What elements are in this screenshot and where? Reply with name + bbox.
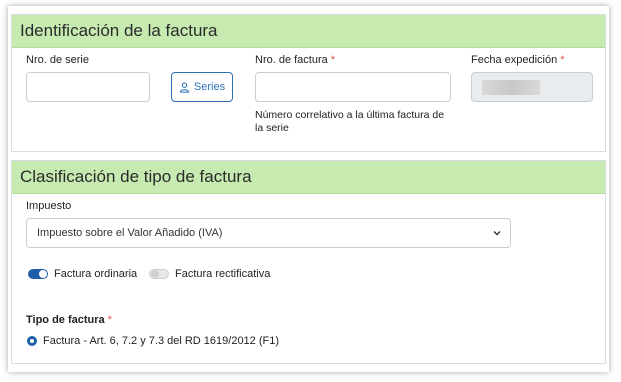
nro-factura-label: Nro. de factura * (255, 54, 335, 66)
required-marker: * (330, 54, 336, 66)
radio-option-text: Art. 6, 7.2 y 7.3 del RD 1619/2012 (F1) (89, 335, 280, 347)
required-marker: * (560, 54, 565, 66)
toggle-rectificativa-label: Factura rectificativa (175, 268, 271, 280)
clasificacion-header: Clasificación de tipo de factura (12, 161, 605, 194)
impuesto-select[interactable]: Impuesto sobre el Valor Añadido (IVA) (26, 218, 511, 248)
toggle-ordinaria-label: Factura ordinaria (54, 268, 138, 280)
tipo-factura-label: Tipo de factura * (26, 314, 112, 326)
clasificacion-panel: Clasificación de tipo de factura Impuest… (11, 160, 606, 364)
nro-factura-input[interactable] (255, 72, 451, 102)
toggle-factura-rectificativa[interactable]: Factura rectificativa (149, 268, 270, 280)
radio-option-prefix: Factura - (43, 335, 90, 347)
series-button-label: Series (193, 81, 226, 93)
blurred-date-value (482, 80, 540, 95)
chevron-down-icon (493, 231, 501, 236)
tipo-factura-label-text: Tipo de factura (26, 314, 105, 326)
nro-serie-label: Nro. de serie (26, 54, 89, 66)
impuesto-label: Impuesto (26, 200, 72, 212)
radio-selected-icon[interactable] (27, 336, 37, 346)
radio-factura-f1[interactable]: Factura - Art. 6, 7.2 y 7.3 del RD 1619/… (27, 335, 279, 347)
nro-factura-help: Número correlativo a la última factura d… (255, 109, 445, 134)
identificacion-header: Identificación de la factura (12, 15, 605, 48)
nro-serie-input[interactable] (26, 72, 150, 102)
toggle-switch-off[interactable] (149, 269, 169, 279)
fecha-expedicion-label-text: Fecha expedición (471, 54, 558, 66)
impuesto-select-value: Impuesto sobre el Valor Añadido (IVA) (37, 227, 223, 239)
toggle-switch-on[interactable] (28, 269, 48, 279)
identificacion-panel: Identificación de la factura Nro. de ser… (11, 14, 606, 152)
required-marker: * (107, 314, 112, 326)
fecha-expedicion-input[interactable] (471, 72, 593, 102)
user-icon (179, 82, 190, 93)
nro-factura-label-text: Nro. de factura (255, 54, 328, 66)
radio-option-label: Factura - Art. 6, 7.2 y 7.3 del RD 1619/… (43, 335, 279, 347)
series-button[interactable]: Series (171, 72, 233, 102)
fecha-expedicion-label: Fecha expedición * (471, 54, 565, 66)
toggle-factura-ordinaria[interactable]: Factura ordinaria (28, 268, 137, 280)
